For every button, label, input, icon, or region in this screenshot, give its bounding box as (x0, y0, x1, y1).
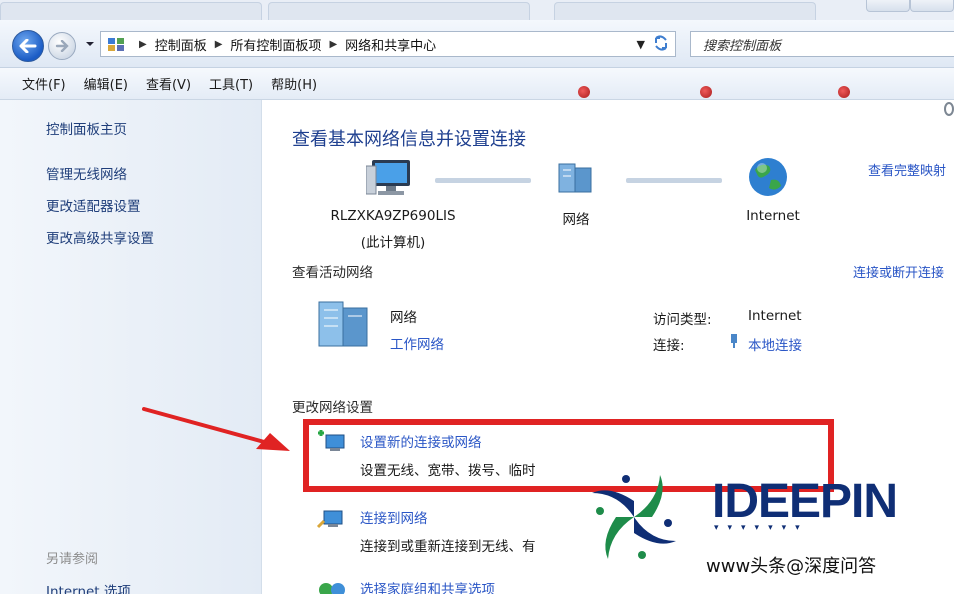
network-location-link[interactable]: 工作网络 (390, 333, 444, 353)
search-placeholder: 搜索控制面板 (703, 38, 782, 54)
network-icon (558, 163, 592, 193)
manage-wireless-link[interactable]: 管理无线网络 (46, 163, 127, 183)
homegroup-sharing-link[interactable]: 选择家庭组和共享选项 (360, 578, 495, 594)
wallpaper-ornament (838, 86, 850, 98)
breadcrumb-separator[interactable]: ▶ (215, 39, 223, 50)
network-node-label: 网络 (562, 212, 590, 228)
menu-edit[interactable]: 编辑(E) (84, 74, 128, 93)
change-settings-heading: 更改网络设置 (292, 400, 373, 416)
local-connection-link[interactable]: 本地连接 (748, 334, 802, 354)
control-panel-icon (108, 38, 124, 51)
connect-to-network-link[interactable]: 连接到网络 (360, 507, 428, 527)
watermark-brand: IDEEPIN (712, 475, 898, 528)
page-title: 查看基本网络信息并设置连接 (292, 129, 526, 150)
tab[interactable] (554, 2, 816, 20)
lan-connection-icon (731, 334, 737, 348)
advanced-sharing-link[interactable]: 更改高级共享设置 (46, 227, 154, 247)
homegroup-icon (319, 583, 345, 594)
menu-bar: 文件(F) 编辑(E) 查看(V) 工具(T) 帮助(H) (0, 68, 954, 100)
breadcrumb-all-items[interactable]: 所有控制面板项 (230, 35, 321, 54)
recent-pages-dropdown-icon[interactable] (84, 38, 96, 50)
search-input[interactable]: 搜索控制面板 (690, 31, 954, 57)
breadcrumb-separator[interactable]: ▶ (329, 39, 337, 50)
breadcrumb[interactable]: ▶ 控制面板 ▶ 所有控制面板项 ▶ 网络和共享中心 ▼ (100, 31, 676, 57)
breadcrumb-control-panel[interactable]: 控制面板 (155, 35, 207, 54)
watermark-ticks: ▾▾▾▾▾▾▾ (714, 523, 809, 533)
view-full-map-link[interactable]: 查看完整映射 (868, 160, 946, 179)
connect-network-icon (316, 510, 343, 529)
computer-sub-label: (此计算机) (360, 235, 426, 251)
connect-to-network-desc: 连接到或重新连接到无线、有 (360, 539, 536, 555)
menu-tools[interactable]: 工具(T) (209, 74, 253, 93)
computer-name-label: RLZXKA9ZP690LIS (330, 208, 456, 224)
browser-tab-strip (0, 0, 954, 20)
breadcrumb-network-center[interactable]: 网络和共享中心 (345, 35, 436, 54)
refresh-icon[interactable] (652, 34, 670, 52)
left-navigation-pane: 控制面板主页 管理无线网络 更改适配器设置 更改高级共享设置 另请参阅 Inte… (0, 100, 262, 594)
map-connection-line (626, 178, 722, 183)
control-panel-home-link[interactable]: 控制面板主页 (46, 118, 127, 138)
watermark-credit: www头条@深度问答 (706, 556, 877, 577)
breadcrumb-separator[interactable]: ▶ (139, 39, 147, 50)
see-also-heading: 另请参阅 (46, 552, 99, 567)
address-dropdown-icon[interactable]: ▼ (637, 38, 645, 51)
connections-label: 连接: (653, 338, 685, 354)
wallpaper-ornament (578, 86, 590, 98)
internet-options-link[interactable]: Internet 选项 (46, 580, 131, 594)
access-type-label: 访问类型: (653, 312, 712, 328)
menu-file[interactable]: 文件(F) (22, 74, 66, 93)
menu-help[interactable]: 帮助(H) (271, 74, 317, 93)
active-networks-heading: 查看活动网络 (292, 265, 373, 281)
computer-icon (366, 160, 410, 195)
address-bar-row: ▶ 控制面板 ▶ 所有控制面板项 ▶ 网络和共享中心 ▼ 搜索控制面板 (0, 20, 954, 68)
globe-icon (749, 158, 787, 196)
tab[interactable] (0, 2, 262, 20)
wallpaper-ornament (700, 86, 712, 98)
map-connection-line (435, 178, 531, 183)
tab[interactable] (268, 2, 530, 20)
ideepin-logo-icon (592, 475, 676, 559)
connect-disconnect-link[interactable]: 连接或断开连接 (853, 262, 944, 281)
internet-node-label: Internet (746, 208, 800, 224)
forward-arrow-icon (55, 40, 69, 52)
scrollbar-edge[interactable] (944, 102, 954, 116)
access-type-value: Internet (748, 308, 802, 324)
change-adapter-link[interactable]: 更改适配器设置 (46, 195, 141, 215)
maximize-button[interactable] (910, 0, 954, 12)
annotation-arrow-icon (142, 407, 290, 451)
active-network-name: 网络 (390, 310, 417, 326)
back-arrow-icon (19, 39, 37, 53)
back-button[interactable] (12, 30, 44, 62)
forward-button[interactable] (48, 32, 76, 60)
active-network-icon (318, 301, 368, 347)
menu-view[interactable]: 查看(V) (146, 74, 191, 93)
minimize-button[interactable] (866, 0, 910, 12)
